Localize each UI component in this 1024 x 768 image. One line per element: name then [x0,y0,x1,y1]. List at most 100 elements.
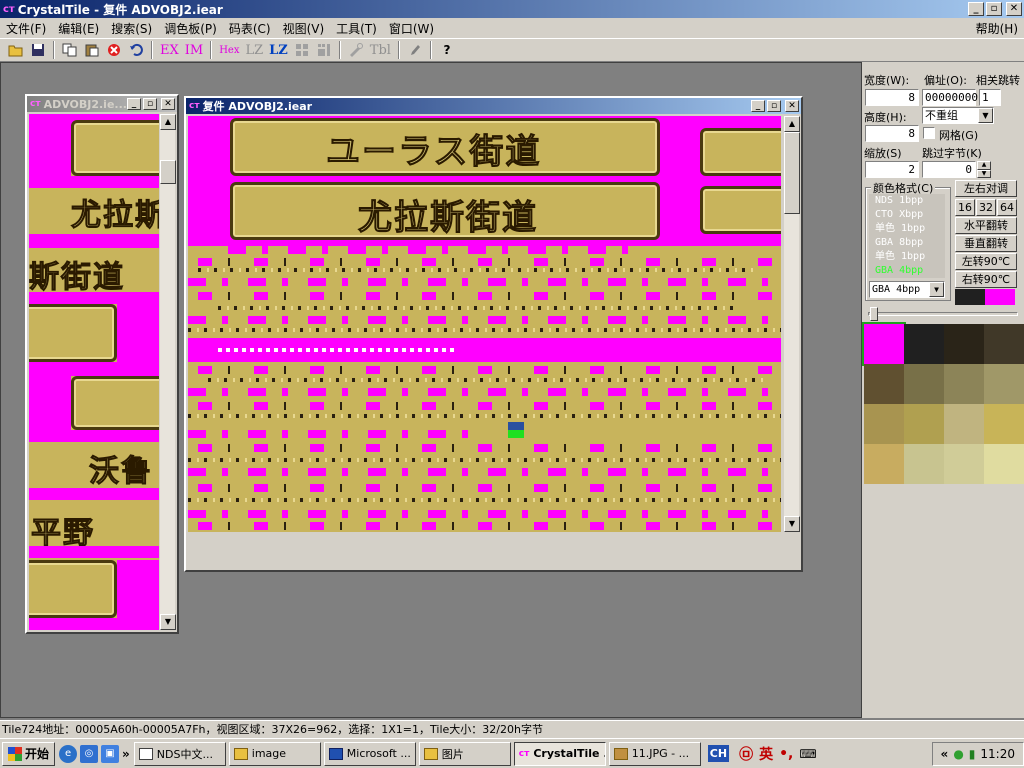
app-title-bar[interactable]: cт CrystalTile - 复件 ADVOBJ2.iear _ ▫ ✕ [0,0,1024,18]
child-maximize-button[interactable]: ▫ [143,98,157,110]
spin-down-icon[interactable]: ▼ [977,169,991,178]
tray-expand-icon[interactable]: « [941,747,949,761]
skip-bytes-spinner[interactable]: ▲ ▼ [977,161,991,178]
chevron-down-icon[interactable]: ▼ [978,108,993,123]
child-close-button[interactable]: ✕ [161,98,175,110]
color-format-list[interactable]: NDS 1bpp CTO Xbpp 单色 1bpp GBA 8bpp 单色 1b… [869,194,945,278]
soft-keyboard-icon[interactable]: ⌨ [799,747,816,761]
spin-up-icon[interactable]: ▲ [977,161,991,170]
flip-vertical-button[interactable]: 垂直翻转 [955,235,1017,252]
task-jpg[interactable]: 11.JPG - ... [608,741,701,766]
palette-color-cell[interactable] [944,324,984,364]
ime-mode[interactable]: 英 [759,744,773,764]
format-option[interactable]: 单色 1bpp [869,250,945,264]
save-icon[interactable] [28,40,48,60]
user-icon[interactable]: ● [953,747,963,761]
ime-toolbar[interactable]: ㉤ 英 •, ⌨ [733,742,823,766]
tile-view-copy[interactable]: ユーラス街道 尤拉斯街道 [188,116,781,532]
palette-color-cell[interactable] [984,364,1024,404]
tile-grid-icon[interactable] [314,40,334,60]
child-window-copy-titlebar[interactable]: cт 复件 ADVOBJ2.iear _ ▫ ✕ [186,98,801,114]
palette-slider-track[interactable] [868,312,1018,316]
lz-compress-button[interactable]: LZ [267,40,290,60]
task-pictures[interactable]: 图片 [418,741,511,766]
foreground-color-swatch[interactable] [955,289,985,305]
child-minimize-button[interactable]: _ [751,100,765,112]
selection-cursor[interactable] [508,430,524,438]
palette-color-cell[interactable] [904,404,944,444]
help-button[interactable]: ? [437,40,457,60]
stop-icon[interactable] [104,40,124,60]
palette-color-cell[interactable] [864,444,904,484]
child-maximize-button[interactable]: ▫ [767,100,781,112]
child-window-original[interactable]: cт ADVOBJ2.ie... _ ▫ ✕ 尤拉斯 斯街道 沃鲁 平野 ▲ ▼ [25,94,179,634]
crystaltile-app-icon[interactable]: cт [3,4,15,15]
flip-horizontal-button[interactable]: 水平翻转 [955,217,1017,234]
task-image[interactable]: image [228,741,321,766]
scroll-down-arrow-icon[interactable]: ▼ [784,516,800,532]
open-folder-icon[interactable] [6,40,26,60]
palette-color-cell[interactable] [904,444,944,484]
tools-icon[interactable] [346,40,366,60]
tile-view-original[interactable]: 尤拉斯 斯街道 沃鲁 平野 [29,114,159,630]
format-option-selected[interactable]: GBA 4bpp [869,264,945,278]
palette-color-cell[interactable] [862,322,906,366]
grid-view-icon[interactable] [292,40,312,60]
swap-lr-button[interactable]: 左右对调 [955,180,1017,197]
selection-cursor[interactable] [508,422,524,430]
height-input[interactable]: 8 [865,125,919,142]
language-indicator[interactable]: CH [707,745,730,762]
menu-edit[interactable]: 编辑(E) [52,20,105,37]
export-button[interactable]: EX [158,40,181,60]
menu-window[interactable]: 窗口(W) [383,20,440,37]
menu-palette[interactable]: 调色板(P) [158,20,223,37]
palette-color-cell[interactable] [944,404,984,444]
palette-color-cell[interactable] [864,364,904,404]
restore-button[interactable]: ▫ [986,2,1002,16]
punctuation-icon[interactable]: •, [779,746,793,762]
chevron-down-icon[interactable]: ▼ [929,282,944,297]
child-close-button[interactable]: ✕ [785,100,799,112]
hex-button[interactable]: Hex [217,40,241,60]
palette-slider-thumb[interactable] [870,307,878,321]
scroll-down-arrow-icon[interactable]: ▼ [160,614,176,630]
original-vertical-scrollbar[interactable]: ▲ ▼ [159,114,176,630]
menu-view[interactable]: 视图(V) [277,20,331,37]
start-button[interactable]: 开始 [2,741,56,766]
menu-codetable[interactable]: 码表(C) [223,20,277,37]
minimize-button[interactable]: _ [968,2,984,16]
scroll-thumb[interactable] [160,160,176,184]
overlap-select[interactable]: 不重组 ▼ [922,107,994,124]
media-icon[interactable]: ▣ [101,744,120,763]
skip-bytes-input[interactable]: 0 [922,161,976,178]
browser-icon[interactable]: ◎ [80,744,99,763]
format-option[interactable]: GBA 8bpp [869,236,945,250]
child-minimize-button[interactable]: _ [127,98,141,110]
ie-icon[interactable]: e [59,744,78,763]
palette-color-cell[interactable] [984,404,1024,444]
child-window-copy[interactable]: cт 复件 ADVOBJ2.iear _ ▫ ✕ ユーラス街道 尤拉斯街道 ▲ … [184,96,803,572]
import-button[interactable]: IM [183,40,205,60]
size-16-button[interactable]: 16 [955,199,975,216]
task-crystaltile[interactable]: cт CrystalTile ... [513,741,606,766]
size-32-button[interactable]: 32 [976,199,996,216]
scroll-up-arrow-icon[interactable]: ▲ [784,116,800,132]
rotate-left-button[interactable]: 左转90℃ [955,253,1017,270]
palette-color-cell[interactable] [864,404,904,444]
background-color-swatch[interactable] [985,289,1015,305]
palette-grid[interactable] [862,322,1024,484]
color-format-select[interactable]: GBA 4bpp ▼ [869,281,945,298]
task-nds[interactable]: NDS中文... [133,741,226,766]
network-icon[interactable]: ▮ [969,747,976,761]
copy-vertical-scrollbar[interactable]: ▲ ▼ [783,116,800,532]
tbl-button[interactable]: Tbl [368,40,393,60]
lz-button[interactable]: LZ [243,40,265,60]
palette-color-cell[interactable] [904,324,944,364]
menu-tools[interactable]: 工具(T) [330,20,383,37]
palette-color-cell[interactable] [944,364,984,404]
menu-search[interactable]: 搜索(S) [105,20,158,37]
pencil-icon[interactable] [405,40,425,60]
offset-input[interactable]: 00000000 [922,89,978,106]
size-64-button[interactable]: 64 [997,199,1017,216]
chevron-right-icon[interactable]: » [122,747,130,761]
